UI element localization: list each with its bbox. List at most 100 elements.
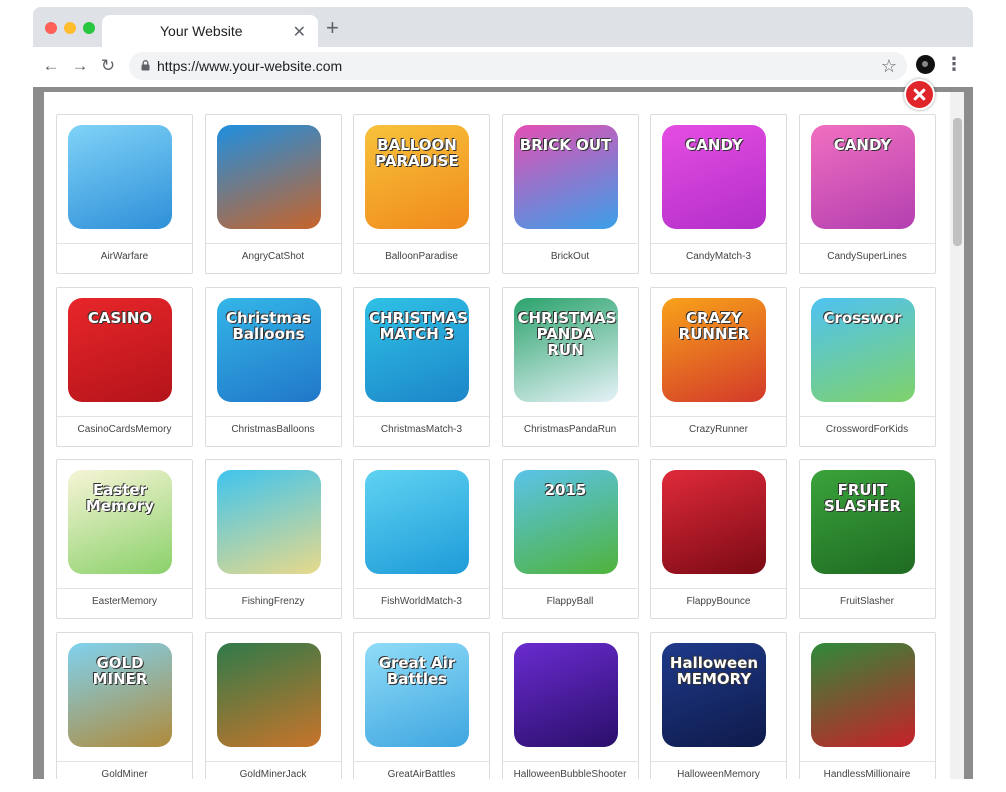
browser-tab[interactable]: Your Website ✕ (102, 15, 318, 48)
game-label[interactable]: AirWarfare (57, 251, 192, 262)
game-card[interactable]: Easter Memory EasterMemory (56, 459, 193, 619)
flappyball-icon[interactable]: 2015 (513, 470, 618, 574)
game-label[interactable]: HandlessMillionaire (800, 769, 935, 780)
christmasmatch3-icon[interactable]: CHRISTMAS MATCH 3 (365, 297, 469, 402)
scrollbar-thumb[interactable] (953, 118, 962, 246)
crosswordforkids-icon[interactable]: Crosswor (810, 297, 915, 402)
game-card[interactable]: AirWarfare (56, 114, 193, 274)
profile-avatar-icon[interactable] (916, 55, 935, 74)
game-label[interactable]: FruitSlasher (800, 596, 935, 607)
game-card[interactable]: 2015 FlappyBall (501, 459, 639, 619)
game-label[interactable]: FlappyBall (503, 596, 638, 607)
game-label[interactable]: ChristmasMatch-3 (354, 424, 489, 435)
browser-window: Your Website ✕ + ← → ↻ https://www.your-… (33, 7, 973, 779)
game-label[interactable]: ChristmasPandaRun (503, 424, 638, 435)
url-text[interactable]: https://www.your-website.com (157, 58, 342, 74)
thumbnail-title-art: CHRISTMAS MATCH 3 (369, 308, 469, 343)
lock-icon (141, 60, 150, 71)
game-card[interactable]: GoldMinerJack (204, 631, 342, 780)
game-card[interactable]: Great Air Battles GreatAirBattles (353, 631, 490, 780)
handlessmillionaire-icon[interactable] (810, 642, 915, 747)
game-label[interactable]: CrazyRunner (651, 424, 786, 435)
address-bar[interactable]: https://www.your-website.com ☆ (129, 52, 907, 80)
goldminer-icon[interactable]: GOLD MINER (68, 642, 172, 747)
game-card[interactable]: CANDY CandyMatch-3 (650, 114, 787, 274)
card-divider (651, 588, 786, 589)
game-card[interactable]: BALLOON PARADISE BalloonParadise (353, 114, 490, 274)
game-label[interactable]: CandySuperLines (800, 251, 935, 262)
back-arrow-icon[interactable]: ← (41, 56, 61, 76)
game-label[interactable]: HalloweenBubbleShooter (503, 769, 638, 780)
greatairbattles-icon[interactable]: Great Air Battles (365, 642, 469, 747)
brickout-icon[interactable]: BRICK OUT (513, 125, 618, 229)
game-card[interactable]: FlappyBounce (650, 459, 787, 619)
candymatch3-icon[interactable]: CANDY (662, 125, 766, 229)
card-divider (205, 415, 341, 417)
browser-toolbar: ← → ↻ https://www.your-website.com ☆ ⋮ (33, 47, 973, 87)
window-maximize-dot[interactable] (83, 22, 95, 34)
game-card[interactable]: CRAZY RUNNER CrazyRunner (650, 286, 787, 447)
game-label[interactable]: FishWorldMatch-3 (354, 596, 489, 607)
thumbnail-title-art: 2015 (544, 481, 587, 499)
christmaspandarun-icon[interactable]: CHRISTMAS PANDA RUN (513, 297, 618, 402)
goldminerjack-icon[interactable] (216, 642, 321, 747)
game-label[interactable]: CandyMatch-3 (651, 251, 786, 262)
scrollbar[interactable] (950, 92, 964, 779)
game-label[interactable]: BrickOut (503, 251, 638, 262)
window-close-dot[interactable] (45, 22, 57, 34)
fishworldmatch3-icon[interactable] (365, 470, 469, 574)
game-label[interactable]: EasterMemory (57, 596, 192, 607)
game-label[interactable]: HalloweenMemory (651, 769, 786, 780)
angrycatshot-icon[interactable] (216, 125, 321, 229)
fruitslasher-icon[interactable]: FRUIT SLASHER (810, 470, 915, 574)
fishingfrenzy-icon[interactable] (216, 470, 321, 574)
game-card[interactable]: HandlessMillionaire (798, 631, 936, 780)
game-card[interactable]: Christmas Balloons ChristmasBalloons (204, 286, 342, 447)
eastermemory-icon[interactable]: Easter Memory (68, 470, 172, 574)
card-divider (651, 415, 786, 417)
bookmark-star-icon[interactable]: ☆ (881, 56, 897, 77)
balloonparadise-icon[interactable]: BALLOON PARADISE (365, 125, 469, 229)
window-minimize-dot[interactable] (64, 22, 76, 34)
game-label[interactable]: ChristmasBalloons (206, 424, 341, 435)
game-card[interactable]: FishWorldMatch-3 (353, 459, 490, 619)
flappybounce-icon[interactable] (662, 470, 766, 574)
game-label[interactable]: FishingFrenzy (206, 596, 341, 607)
game-label[interactable]: CasinoCardsMemory (57, 424, 192, 435)
thumbnail-title-art: CASINO (87, 308, 153, 327)
close-icon[interactable] (904, 79, 935, 110)
game-label[interactable]: GoldMinerJack (206, 769, 341, 780)
forward-arrow-icon[interactable]: → (70, 56, 90, 76)
halloweenmemory-icon[interactable]: Halloween MEMORY (662, 642, 766, 747)
game-label[interactable]: FlappyBounce (651, 596, 786, 607)
kebab-menu-icon[interactable]: ⋮ (945, 54, 963, 75)
casinocardsmemory-icon[interactable]: CASINO (68, 297, 172, 402)
game-card[interactable]: CHRISTMAS MATCH 3 ChristmasMatch-3 (353, 286, 490, 447)
game-label[interactable]: CrosswordForKids (800, 424, 935, 435)
game-card[interactable]: HalloweenBubbleShooter (501, 631, 639, 780)
new-tab-icon[interactable]: + (326, 17, 339, 39)
game-label[interactable]: AngryCatShot (206, 251, 341, 262)
game-label[interactable]: BalloonParadise (354, 251, 489, 262)
reload-icon[interactable]: ↻ (98, 56, 118, 76)
game-card[interactable]: CHRISTMAS PANDA RUN ChristmasPandaRun (501, 286, 639, 447)
game-label[interactable]: GreatAirBattles (354, 769, 489, 780)
game-card[interactable]: CANDY CandySuperLines (798, 114, 936, 274)
game-card[interactable]: FRUIT SLASHER FruitSlasher (798, 459, 936, 619)
game-card[interactable]: FishingFrenzy (204, 459, 342, 619)
game-card[interactable]: CASINO CasinoCardsMemory (56, 286, 193, 447)
crazyrunner-icon[interactable]: CRAZY RUNNER (662, 297, 766, 402)
tab-close-icon[interactable]: ✕ (293, 22, 306, 42)
game-card[interactable]: BRICK OUT BrickOut (501, 114, 639, 274)
candysuperlines-icon[interactable]: CANDY (810, 125, 915, 229)
christmasballoons-icon[interactable]: Christmas Balloons (216, 297, 321, 402)
game-label[interactable]: GoldMiner (57, 769, 192, 780)
game-card[interactable]: AngryCatShot (204, 114, 342, 274)
game-card[interactable]: GOLD MINER GoldMiner (56, 631, 193, 780)
game-card[interactable]: Crosswor CrosswordForKids (798, 286, 936, 447)
game-card[interactable]: Halloween MEMORY HalloweenMemory (650, 631, 787, 780)
thumbnail-title-art: Christmas Balloons (225, 308, 311, 343)
airwarfare-icon[interactable] (68, 125, 172, 229)
thumbnail-title-art: CANDY (685, 136, 743, 154)
halloweenbubbleshooter-icon[interactable] (513, 642, 618, 747)
